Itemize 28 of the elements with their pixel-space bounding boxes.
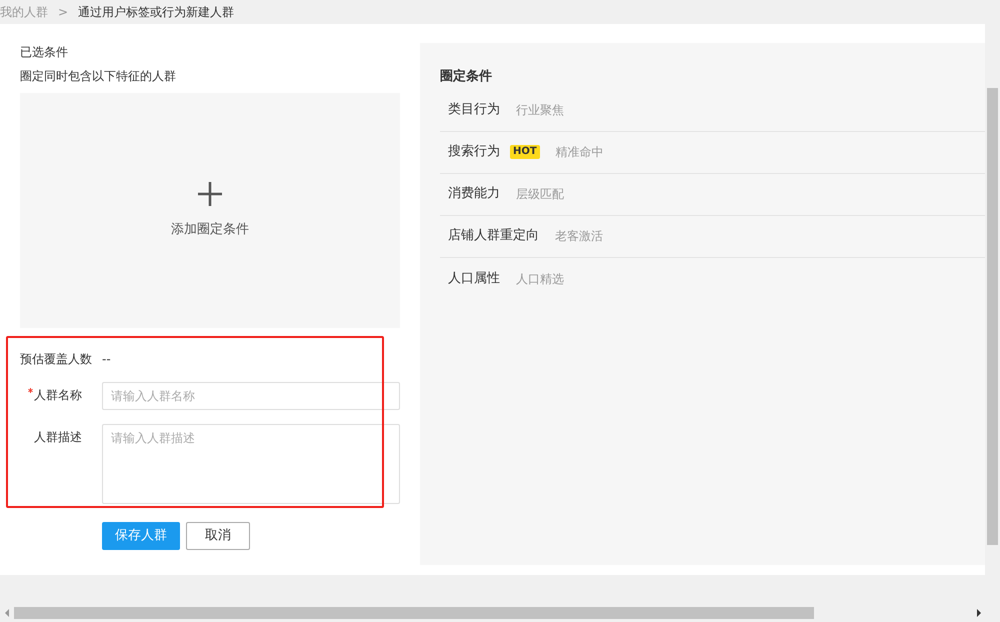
hot-badge: HOT — [510, 145, 540, 159]
add-condition-label: 添加圈定条件 — [171, 220, 249, 239]
field-label: 人群描述 — [34, 429, 82, 446]
condition-name[interactable]: 店铺人群重定向 — [448, 226, 539, 246]
panel-title: 圈定条件 — [440, 68, 493, 86]
condition-description: 精准命中 — [556, 144, 604, 161]
field-label: 人群名称 — [34, 387, 82, 404]
condition-description: 层级匹配 — [516, 186, 564, 203]
condition-description: 行业聚焦 — [516, 102, 564, 119]
add-condition-area[interactable]: 添加圈定条件 — [20, 93, 400, 328]
condition-description: 人口精选 — [516, 270, 564, 288]
condition-name[interactable]: 人口属性 — [448, 268, 500, 288]
estimate-value: -- — [102, 351, 111, 368]
section-subtitle: 圈定同时包含以下特征的人群 — [20, 68, 177, 85]
condition-name[interactable]: 搜索行为 — [448, 142, 500, 162]
condition-name[interactable]: 类目行为 — [448, 100, 500, 120]
condition-name[interactable]: 消费能力 — [448, 184, 500, 204]
breadcrumb-separator: > — [58, 4, 68, 21]
scroll-left-icon[interactable] — [4, 609, 10, 617]
condition-description: 老客激活 — [555, 228, 603, 245]
section-title: 已选条件 — [20, 44, 69, 61]
description-field[interactable]: 请输入人群描述 — [102, 424, 400, 504]
breadcrumb-current: 通过用户标签或行为新建人群 — [78, 4, 234, 21]
name-field[interactable]: 请输入人群名称 — [102, 382, 400, 410]
estimate-label: 预估覆盖人数 — [20, 351, 93, 368]
cancel-button[interactable]: 取消 — [186, 522, 250, 550]
plus-icon — [198, 182, 222, 206]
scroll-right-icon[interactable] — [976, 609, 982, 617]
